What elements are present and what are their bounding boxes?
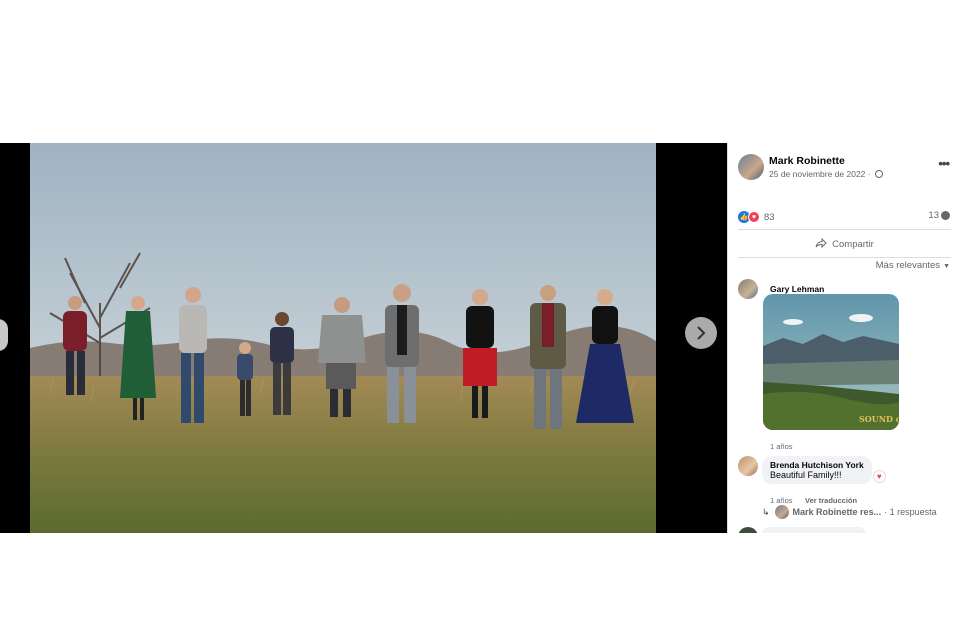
share-arrow-icon <box>815 237 827 251</box>
reply-author: Mark Robinette res... <box>792 507 882 517</box>
divider <box>738 229 951 230</box>
post-sidebar: Mark Robinette 25 de noviembre de 2022 ·… <box>727 143 960 533</box>
comment-gif[interactable]: SOUND of MUSIC <box>763 294 899 430</box>
sort-label: Más relevantes <box>875 260 941 271</box>
photo-panel <box>0 143 727 533</box>
previous-photo-button[interactable] <box>0 319 8 351</box>
reply-arrow-icon: ↳ <box>762 506 770 517</box>
reply-count: · 1 respuesta <box>884 507 937 517</box>
comment-bubble <box>762 527 866 533</box>
heart-reaction-icon[interactable]: ♥ <box>872 470 886 483</box>
post-header: Mark Robinette 25 de noviembre de 2022 ·… <box>738 152 953 182</box>
caret-down-icon: ▼ <box>943 263 950 270</box>
share-button[interactable]: Compartir <box>738 232 951 256</box>
author-avatar[interactable] <box>738 154 764 180</box>
commenter-avatar[interactable] <box>738 456 758 476</box>
share-label: Compartir <box>832 238 874 250</box>
comment-text: Beautiful Family!!! <box>770 470 842 480</box>
reactions-count: 83 <box>764 211 775 223</box>
sort-comments-dropdown[interactable]: Más relevantes ▼ <box>876 260 950 271</box>
comment-item: Gary Lehman SOUND o <box>738 279 953 459</box>
commenter-avatar[interactable] <box>738 279 758 299</box>
next-photo-button[interactable] <box>685 317 717 349</box>
view-replies-link[interactable]: ↳ Mark Robinette res... · 1 respuesta <box>762 505 937 519</box>
comment-time: 1 años <box>770 496 793 505</box>
commenter-name[interactable]: Gary Lehman <box>770 284 824 294</box>
reply-avatar <box>774 505 789 519</box>
divider <box>738 257 951 258</box>
family-photo <box>30 143 656 533</box>
chevron-right-icon <box>695 326 707 340</box>
photo-viewer: Mark Robinette 25 de noviembre de 2022 ·… <box>0 143 960 533</box>
reactions-summary[interactable]: 👍 ♥ 83 <box>738 210 775 224</box>
gif-caption: SOUND of MUSIC <box>859 414 899 424</box>
more-options-icon[interactable]: ••• <box>938 156 950 171</box>
comment-bubble-icon <box>941 211 950 220</box>
globe-icon <box>874 170 883 178</box>
post-date-text: 25 de noviembre de 2022 · <box>769 169 871 179</box>
post-date[interactable]: 25 de noviembre de 2022 · <box>769 169 883 179</box>
comment-item: Brenda Hutchison York Beautiful Family!!… <box>738 456 953 505</box>
author-name[interactable]: Mark Robinette <box>769 155 845 167</box>
commenter-avatar[interactable] <box>738 527 758 533</box>
comment-time: 1 años <box>770 442 793 451</box>
comments-count-text: 13 <box>928 210 939 221</box>
commenter-name[interactable]: Brenda Hutchison York <box>770 460 864 470</box>
comment-bubble: Brenda Hutchison York Beautiful Family!!… <box>762 456 886 484</box>
comments-count[interactable]: 13 <box>928 210 950 221</box>
love-icon: ♥ <box>748 211 760 223</box>
translate-link[interactable]: Ver traducción <box>805 496 857 505</box>
